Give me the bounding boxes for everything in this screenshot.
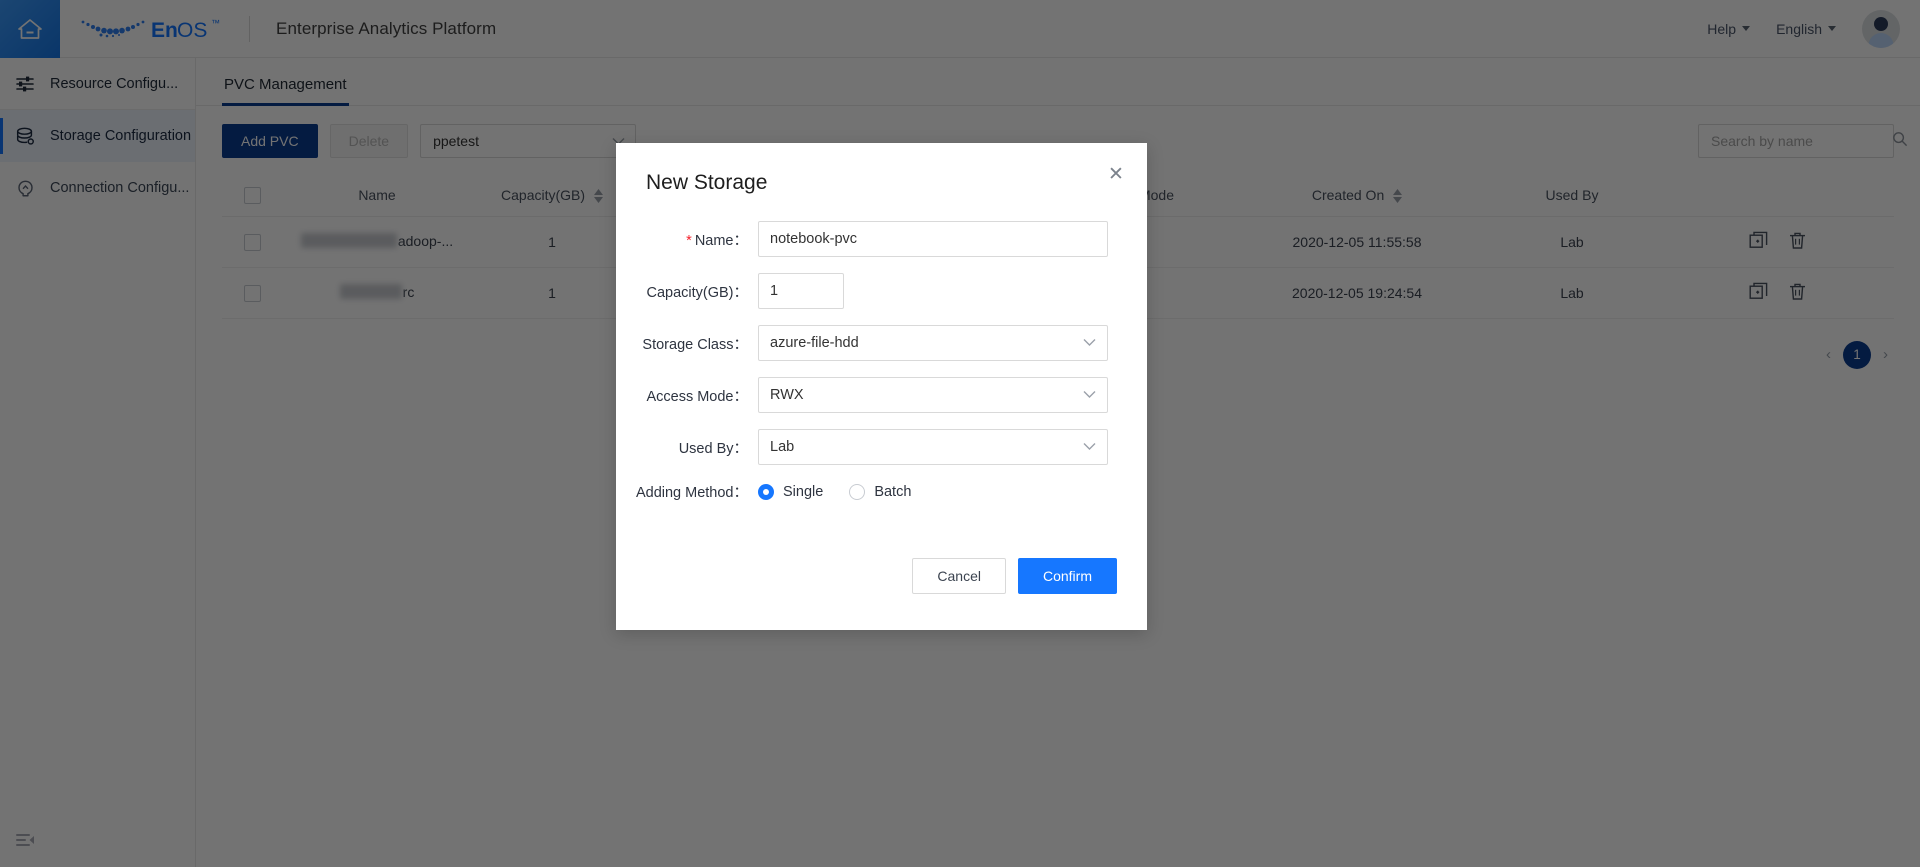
capacity-value: 1: [770, 283, 779, 299]
chevron-down-icon: [1083, 387, 1096, 403]
required-asterisk: *: [686, 232, 692, 249]
access-mode-value: RWX: [770, 387, 804, 403]
close-icon[interactable]: ✕: [1105, 163, 1127, 185]
cancel-button[interactable]: Cancel: [912, 558, 1006, 594]
cancel-label: Cancel: [937, 568, 981, 584]
field-row-access-mode: Access Mode： RWX: [616, 377, 1117, 413]
dialog-footer: Cancel Confirm: [912, 558, 1117, 594]
radio-single-dot[interactable]: [758, 483, 774, 500]
used-by-value: Lab: [770, 439, 795, 455]
field-row-used-by: Used By： Lab: [616, 429, 1117, 465]
radio-batch-dot[interactable]: [849, 483, 866, 500]
storage-class-value: azure-file-hdd: [770, 335, 859, 351]
dialog-title: New Storage: [646, 171, 768, 194]
used-by-select[interactable]: Lab: [758, 429, 1108, 465]
adding-method-radio-group: Single Batch: [758, 483, 912, 500]
radio-batch-label: Batch: [874, 483, 912, 500]
app-root: En OS ™ Enterprise Analytics Platform He…: [0, 0, 1920, 867]
field-row-name: * Name： notebook-pvc: [616, 221, 1117, 257]
field-row-adding-method: Adding Method： Single Batch: [616, 481, 1117, 502]
name-input[interactable]: notebook-pvc: [758, 221, 1108, 257]
capacity-input[interactable]: 1: [758, 273, 844, 309]
new-storage-dialog: New Storage ✕ * Name： notebook-pvc Capaci…: [616, 143, 1147, 630]
access-mode-select[interactable]: RWX: [758, 377, 1108, 413]
new-storage-form: * Name： notebook-pvc Capacity(GB)： 1 Stor…: [616, 195, 1147, 502]
chevron-down-icon: [1083, 439, 1096, 455]
name-label-text: Name：: [694, 232, 748, 249]
field-row-capacity: Capacity(GB)： 1: [616, 273, 1117, 309]
capacity-label: Capacity(GB)：: [646, 284, 748, 301]
name-value: notebook-pvc: [770, 231, 858, 247]
confirm-label: Confirm: [1042, 568, 1092, 584]
storage-class-select[interactable]: azure-file-hdd: [758, 325, 1108, 361]
confirm-button[interactable]: Confirm: [1017, 558, 1117, 594]
chevron-down-icon: [1083, 335, 1096, 351]
adding-method-label: Adding Method：: [635, 485, 748, 501]
name-label: * Name：: [616, 229, 758, 250]
used-by-label: Used By：: [678, 440, 748, 457]
field-row-storage-class: Storage Class： azure-file-hdd: [616, 325, 1117, 361]
radio-batch[interactable]: Batch: [849, 483, 912, 500]
access-mode-label: Access Mode：: [646, 388, 748, 405]
radio-single-label: Single: [783, 483, 824, 500]
radio-single[interactable]: Single: [758, 483, 824, 500]
storage-class-label: Storage Class：: [642, 336, 748, 353]
